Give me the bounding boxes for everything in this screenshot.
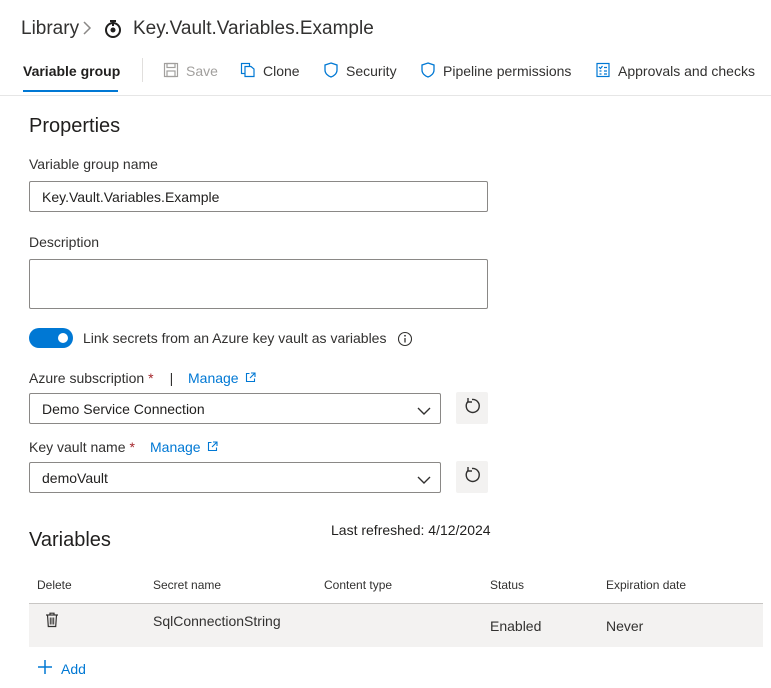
azure-subscription-value: Demo Service Connection: [42, 401, 205, 417]
azure-subscription-label: Azure subscription: [29, 370, 145, 386]
column-header-content-type: Content type: [324, 578, 393, 592]
required-indicator: *: [129, 439, 135, 455]
required-indicator: *: [148, 370, 154, 386]
chevron-down-icon: [417, 472, 431, 490]
clone-button[interactable]: Clone: [240, 60, 300, 82]
link-key-vault-toggle[interactable]: [29, 328, 73, 348]
azure-subscription-label-row: Azure subscription * |: [29, 370, 173, 386]
security-label: Security: [346, 63, 397, 79]
table-row: [29, 604, 763, 647]
manage-subscription-label: Manage: [188, 370, 239, 386]
column-header-delete: Delete: [37, 578, 72, 592]
refresh-icon: [463, 466, 481, 489]
checklist-icon: [595, 62, 611, 81]
refresh-key-vaults-button[interactable]: [456, 461, 488, 493]
plus-icon: [37, 659, 53, 678]
column-header-secret-name: Secret name: [153, 578, 222, 592]
breadcrumb-chevron-icon: [82, 20, 92, 41]
manage-key-vault-label: Manage: [150, 439, 201, 455]
manage-subscription-link[interactable]: Manage: [188, 370, 256, 386]
key-vault-value: demoVault: [42, 470, 108, 486]
toggle-knob: [58, 333, 68, 343]
toolbar-bottom-border: [0, 95, 771, 96]
expiration-date-cell: Never: [606, 618, 644, 634]
save-label: Save: [186, 63, 218, 79]
clone-icon: [240, 62, 256, 81]
info-icon[interactable]: [397, 331, 413, 352]
tab-variable-group[interactable]: Variable group: [23, 63, 120, 79]
external-link-icon: [245, 370, 256, 386]
link-key-vault-label: Link secrets from an Azure key vault as …: [83, 330, 387, 346]
save-button[interactable]: Save: [163, 60, 218, 82]
label-divider: |: [169, 370, 174, 386]
variable-group-name-input[interactable]: Key.Vault.Variables.Example: [29, 181, 488, 212]
secret-name-cell: SqlConnectionString: [153, 613, 281, 629]
security-button[interactable]: Security: [323, 60, 397, 82]
delete-row-button[interactable]: [45, 612, 59, 633]
properties-heading: Properties: [29, 115, 121, 137]
key-vault-label: Key vault name: [29, 439, 126, 455]
page-title: Key.Vault.Variables.Example: [133, 18, 374, 39]
chevron-down-icon: [417, 403, 431, 421]
variable-group-icon: [103, 19, 123, 39]
column-header-status: Status: [490, 578, 525, 592]
shield-icon: [323, 61, 339, 81]
active-tab-indicator: [23, 90, 118, 92]
breadcrumb-library-link[interactable]: Library: [21, 18, 79, 40]
key-vault-label-row: Key vault name *: [29, 439, 135, 455]
last-refreshed-text: Last refreshed: 4/12/2024: [331, 522, 491, 538]
shield-icon: [420, 61, 436, 81]
variable-group-name-label: Variable group name: [29, 156, 158, 172]
refresh-icon: [463, 397, 481, 420]
add-variable-label: Add: [61, 660, 86, 677]
save-icon: [163, 62, 179, 81]
column-header-expiration-date: Expiration date: [606, 578, 687, 592]
external-link-icon: [207, 439, 218, 455]
approvals-and-checks-button[interactable]: Approvals and checks: [595, 60, 755, 82]
variable-group-name-value: Key.Vault.Variables.Example: [42, 189, 220, 205]
description-textarea[interactable]: [29, 259, 488, 309]
pipeline-permissions-label: Pipeline permissions: [443, 63, 572, 79]
toolbar-divider: [142, 58, 143, 82]
variables-heading: Variables: [29, 529, 111, 551]
azure-subscription-select[interactable]: Demo Service Connection: [29, 393, 441, 424]
key-vault-select[interactable]: demoVault: [29, 462, 441, 493]
manage-key-vault-link[interactable]: Manage: [150, 439, 218, 455]
description-label: Description: [29, 234, 100, 250]
approvals-and-checks-label: Approvals and checks: [618, 63, 755, 79]
refresh-subscriptions-button[interactable]: [456, 392, 488, 424]
add-variable-button[interactable]: Add: [37, 659, 86, 678]
status-cell: Enabled: [490, 618, 542, 634]
pipeline-permissions-button[interactable]: Pipeline permissions: [420, 60, 571, 82]
clone-label: Clone: [263, 63, 300, 79]
trash-icon: [45, 612, 59, 632]
